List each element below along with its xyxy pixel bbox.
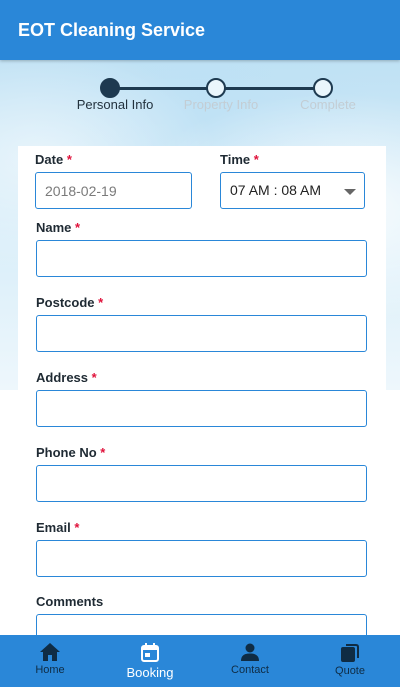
step-label-personal-info: Personal Info: [76, 97, 154, 112]
step-label-complete: Complete: [300, 97, 356, 112]
date-label: Date *: [35, 152, 72, 167]
required-mark: *: [100, 445, 106, 460]
calendar-icon: [141, 643, 159, 662]
address-input[interactable]: [36, 390, 367, 427]
nav-item-quote[interactable]: Quote: [300, 635, 400, 687]
name-label: Name *: [36, 220, 81, 235]
name-input[interactable]: [36, 240, 367, 277]
progress-stepper: Personal Info Property Info Complete: [0, 78, 400, 118]
phone-label: Phone No *: [36, 445, 106, 460]
postcode-input[interactable]: [36, 315, 367, 352]
comments-label: Comments: [36, 594, 104, 609]
required-mark: *: [75, 220, 81, 235]
required-mark: *: [66, 152, 72, 167]
app-bar: EOT Cleaning Service: [0, 0, 400, 60]
home-icon: [40, 643, 60, 661]
step-label-property-info: Property Info: [183, 97, 259, 112]
bottom-navigation: Home Booking Contact Quote: [0, 635, 400, 687]
required-mark: *: [74, 520, 80, 535]
copy-icon: [340, 643, 360, 662]
required-mark: *: [98, 295, 104, 310]
nav-label-home: Home: [35, 664, 65, 676]
time-select[interactable]: 07 AM : 08 AM: [220, 172, 365, 209]
nav-item-contact[interactable]: Contact: [200, 635, 300, 687]
nav-item-home[interactable]: Home: [0, 635, 100, 687]
postcode-label: Postcode *: [36, 295, 104, 310]
email-label: Email *: [36, 520, 80, 535]
step-connector: [225, 87, 315, 90]
time-select-value: 07 AM : 08 AM: [230, 182, 322, 198]
step-dot-property-info: [206, 78, 226, 98]
dropdown-caret-icon: [344, 189, 356, 195]
phone-input[interactable]: [36, 465, 367, 502]
booking-form: Date * Time * 07 AM : 08 AM Name * Postc…: [18, 146, 386, 687]
step-dot-personal-info: [100, 78, 120, 98]
nav-item-booking[interactable]: Booking: [100, 635, 200, 687]
required-mark: *: [253, 152, 259, 167]
nav-label-contact: Contact: [231, 664, 269, 676]
time-label: Time *: [220, 152, 259, 167]
nav-label-booking: Booking: [126, 665, 174, 680]
date-input[interactable]: [35, 172, 192, 209]
person-icon: [241, 643, 259, 661]
app-title: EOT Cleaning Service: [18, 20, 206, 40]
address-label: Address *: [36, 370, 97, 385]
nav-label-quote: Quote: [335, 665, 365, 677]
email-input[interactable]: [36, 540, 367, 577]
step-dot-complete: [313, 78, 333, 98]
required-mark: *: [91, 370, 97, 385]
step-connector: [118, 87, 209, 90]
